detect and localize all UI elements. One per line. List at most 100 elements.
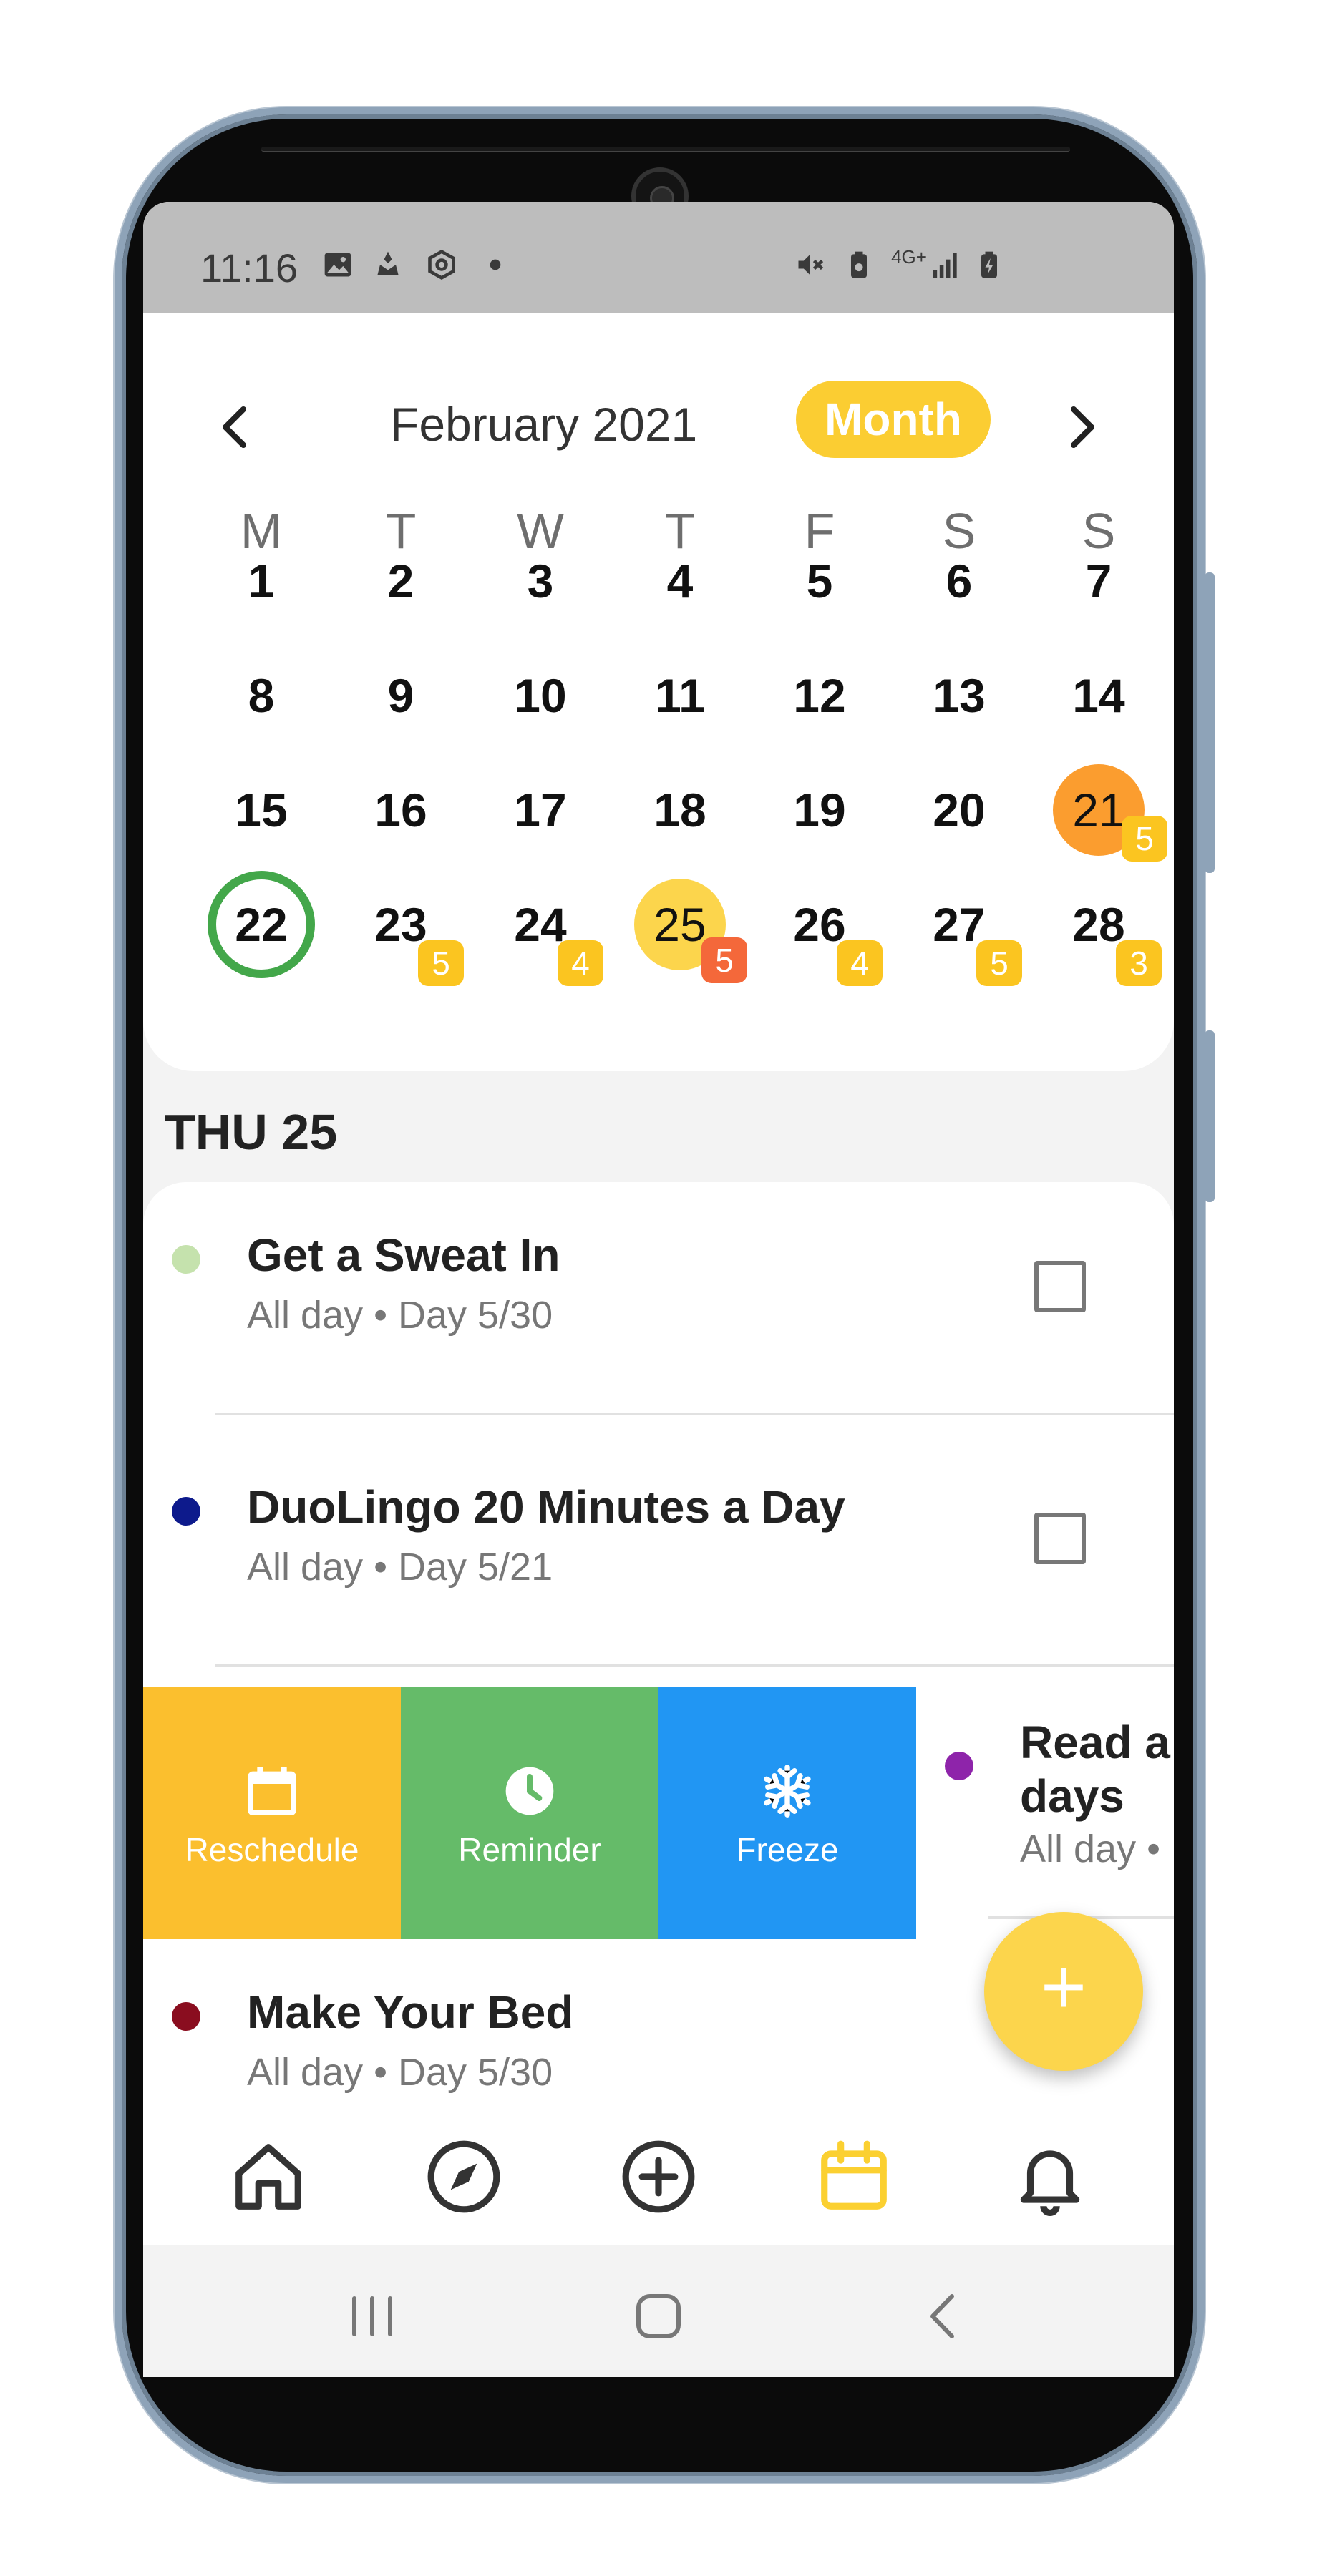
reminder-action[interactable]: Reminder bbox=[401, 1687, 658, 1939]
add-circle-icon[interactable] bbox=[619, 2137, 698, 2216]
snowflake-icon bbox=[764, 1765, 811, 1818]
task-title: Make Your Bed bbox=[247, 1986, 574, 2038]
calendar-day[interactable]: 5 bbox=[766, 527, 873, 635]
freeze-action[interactable]: Freeze bbox=[658, 1687, 916, 1939]
task-item[interactable]: Read a days All day • bbox=[916, 1687, 1174, 1939]
action-label: Freeze bbox=[736, 1831, 839, 1868]
day-number: 13 bbox=[933, 669, 986, 722]
calendar-icon[interactable] bbox=[815, 2137, 893, 2216]
back-icon[interactable] bbox=[913, 2288, 977, 2345]
action-label: Reminder bbox=[458, 1831, 601, 1868]
view-mode-button[interactable]: Month bbox=[796, 381, 991, 458]
day-number: 3 bbox=[527, 555, 554, 608]
calendar-day[interactable]: 8 bbox=[208, 642, 315, 749]
day-number: 26 bbox=[793, 898, 846, 951]
action-label: Reschedule bbox=[185, 1831, 359, 1868]
day-number: 15 bbox=[235, 784, 288, 836]
calendar-day[interactable]: 4 bbox=[626, 527, 734, 635]
app-screen: 11:16 4G+ February 2021 Month MTWTFSS 12… bbox=[143, 202, 1174, 2377]
battery-saver-icon bbox=[851, 251, 867, 278]
calendar-day[interactable]: 20 bbox=[905, 756, 1013, 864]
day-task-count-badge: 4 bbox=[558, 940, 603, 986]
calendar-day-today[interactable]: 22 bbox=[208, 871, 315, 978]
calendar-day[interactable]: 3 bbox=[487, 527, 594, 635]
divider bbox=[215, 1413, 1174, 1415]
day-number: 4 bbox=[666, 555, 694, 608]
day-number: 14 bbox=[1072, 669, 1125, 722]
day-task-count-badge: 5 bbox=[976, 940, 1022, 986]
reschedule-action[interactable]: Reschedule bbox=[143, 1687, 401, 1939]
mute-icon bbox=[798, 254, 824, 275]
calendar-day[interactable]: 13 bbox=[905, 642, 1013, 749]
day-task-count-badge: 3 bbox=[1116, 940, 1162, 986]
task-color-dot bbox=[172, 2002, 200, 2031]
hexagon-icon bbox=[428, 250, 455, 280]
compass-icon[interactable] bbox=[424, 2137, 503, 2216]
day-number: 1 bbox=[248, 555, 275, 608]
calendar-day[interactable]: 19 bbox=[766, 756, 873, 864]
bottom-navigation bbox=[143, 2105, 1174, 2245]
status-bar: 11:16 4G+ bbox=[143, 202, 1174, 313]
task-title-line2: days bbox=[1020, 1770, 1124, 1822]
day-number: 23 bbox=[374, 898, 427, 951]
day-task-count-badge: 5 bbox=[418, 940, 464, 986]
calendar-day[interactable]: 15 bbox=[208, 756, 315, 864]
task-subtitle: All day • Day 5/30 bbox=[247, 1294, 553, 1337]
day-number: 16 bbox=[374, 784, 427, 836]
calendar-day[interactable]: 14 bbox=[1045, 642, 1152, 749]
calendar-day[interactable]: 11 bbox=[626, 642, 734, 749]
battery-icon bbox=[981, 251, 997, 278]
day-number: 10 bbox=[514, 669, 567, 722]
calendar-day[interactable]: 9 bbox=[347, 642, 455, 749]
day-number: 20 bbox=[933, 784, 986, 836]
calendar-day[interactable]: 17 bbox=[487, 756, 594, 864]
calendar-day[interactable]: 1 bbox=[208, 527, 315, 635]
calendar-day[interactable]: 10 bbox=[487, 642, 594, 749]
recents-icon[interactable] bbox=[340, 2288, 404, 2345]
day-number: 21 bbox=[1072, 784, 1125, 836]
signal-icon bbox=[933, 253, 957, 278]
task-item[interactable]: DuoLingo 20 Minutes a Day All day • Day … bbox=[143, 1434, 1174, 1686]
network-4g-icon: 4G+ bbox=[891, 246, 927, 268]
task-color-dot bbox=[945, 1752, 973, 1780]
day-number: 27 bbox=[933, 898, 986, 951]
calendar-icon bbox=[248, 1767, 296, 1815]
task-title: Get a Sweat In bbox=[247, 1229, 560, 1281]
next-month-button[interactable] bbox=[1059, 402, 1102, 452]
day-number: 5 bbox=[806, 555, 833, 608]
task-checkbox[interactable] bbox=[1034, 1513, 1086, 1564]
day-task-count-badge: 5 bbox=[701, 937, 747, 983]
day-number: 6 bbox=[946, 555, 973, 608]
home-icon[interactable] bbox=[229, 2137, 308, 2216]
calendar-day[interactable]: 2 bbox=[347, 527, 455, 635]
bell-icon[interactable] bbox=[1011, 2137, 1089, 2216]
calendar-day[interactable]: 12 bbox=[766, 642, 873, 749]
earpiece-speaker bbox=[261, 147, 1070, 151]
home-button-icon[interactable] bbox=[626, 2288, 691, 2345]
divider bbox=[215, 1664, 1174, 1667]
calendar-day[interactable]: 18 bbox=[626, 756, 734, 864]
previous-month-button[interactable] bbox=[215, 402, 258, 452]
task-title-line1: Read a bbox=[1020, 1717, 1170, 1768]
volume-button bbox=[1205, 572, 1215, 873]
calendar-day[interactable]: 7 bbox=[1045, 527, 1152, 635]
app-icon bbox=[377, 251, 399, 275]
task-subtitle: All day • Day 5/21 bbox=[247, 1546, 553, 1589]
day-number: 8 bbox=[248, 669, 275, 722]
day-number: 11 bbox=[655, 669, 705, 722]
day-number: 2 bbox=[387, 555, 414, 608]
month-calendar: February 2021 Month MTWTFSS 1 2 3 4 5 6 7 8 9 10 1… bbox=[143, 313, 1174, 1071]
calendar-day[interactable]: 6 bbox=[905, 527, 1013, 635]
day-number: 9 bbox=[387, 669, 414, 722]
task-item[interactable]: Get a Sweat In All day • Day 5/30 bbox=[143, 1182, 1174, 1434]
clock-icon bbox=[505, 1767, 554, 1815]
day-number: 19 bbox=[793, 784, 846, 836]
system-navigation bbox=[143, 2245, 1174, 2377]
calendar-day[interactable]: 16 bbox=[347, 756, 455, 864]
day-number: 28 bbox=[1072, 898, 1125, 951]
month-title: February 2021 bbox=[390, 398, 698, 451]
day-number: 25 bbox=[653, 898, 706, 951]
task-subtitle: All day • Day 5/30 bbox=[247, 2051, 553, 2094]
add-task-button[interactable]: + bbox=[984, 1912, 1143, 2071]
task-checkbox[interactable] bbox=[1034, 1261, 1086, 1312]
